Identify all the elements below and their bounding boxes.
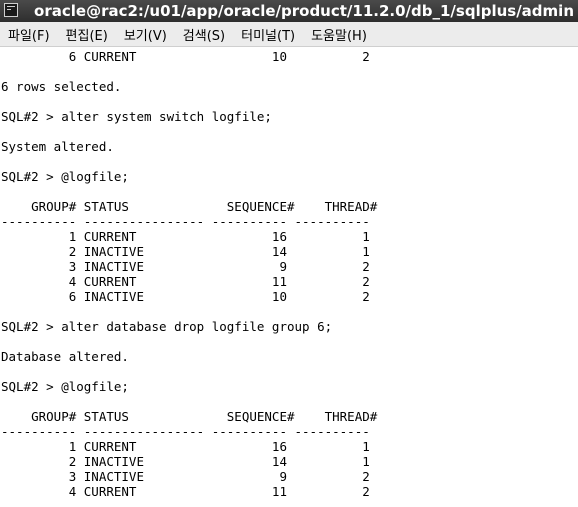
terminal-line: 1 CURRENT 16 1 bbox=[1, 439, 370, 454]
terminal-line: 6 rows selected. bbox=[1, 79, 122, 94]
terminal-window: oracle@rac2:/u01/app/oracle/product/11.2… bbox=[0, 0, 578, 507]
terminal-line: 1 CURRENT 16 1 bbox=[1, 229, 370, 244]
menu-edit[interactable]: 편집(E) bbox=[58, 25, 116, 44]
terminal-output[interactable]: 6 CURRENT 10 2 6 rows selected. SQL#2 > al… bbox=[0, 47, 578, 507]
terminal-line: 6 CURRENT 10 2 bbox=[1, 49, 370, 64]
terminal-line: GROUP# STATUS SEQUENCE# THREAD# bbox=[1, 409, 378, 424]
terminal-icon[interactable] bbox=[4, 3, 18, 17]
terminal-line: 3 INACTIVE 9 2 bbox=[1, 469, 370, 484]
terminal-line: Database altered. bbox=[1, 349, 129, 364]
terminal-line: GROUP# STATUS SEQUENCE# THREAD# bbox=[1, 199, 378, 214]
terminal-line: System altered. bbox=[1, 139, 114, 154]
menu-bar: 파일(F) 편집(E) 보기(V) 검색(S) 터미널(T) 도움말(H) bbox=[0, 22, 578, 47]
terminal-line: 3 INACTIVE 9 2 bbox=[1, 259, 370, 274]
terminal-line: ---------- ---------------- ---------- -… bbox=[1, 214, 370, 229]
terminal-line: 2 INACTIVE 14 1 bbox=[1, 454, 370, 469]
menu-search[interactable]: 검색(S) bbox=[175, 25, 233, 44]
terminal-line: 6 INACTIVE 10 2 bbox=[1, 289, 370, 304]
terminal-line: 4 CURRENT 11 2 bbox=[1, 484, 370, 499]
terminal-line: ---------- ---------------- ---------- -… bbox=[1, 424, 370, 439]
terminal-line: SQL#2 > @logfile; bbox=[1, 169, 129, 184]
terminal-line: SQL#2 > alter system switch logfile; bbox=[1, 109, 272, 124]
terminal-line: SQL#2 > alter database drop logfile grou… bbox=[1, 319, 333, 334]
terminal-line: 4 CURRENT 11 2 bbox=[1, 274, 370, 289]
menu-terminal[interactable]: 터미널(T) bbox=[233, 25, 303, 44]
menu-view[interactable]: 보기(V) bbox=[116, 25, 175, 44]
title-bar[interactable]: oracle@rac2:/u01/app/oracle/product/11.2… bbox=[0, 0, 578, 22]
menu-file[interactable]: 파일(F) bbox=[0, 25, 58, 44]
menu-help[interactable]: 도움말(H) bbox=[303, 25, 375, 44]
terminal-line: SQL#2 > @logfile; bbox=[1, 379, 129, 394]
terminal-line: 2 INACTIVE 14 1 bbox=[1, 244, 370, 259]
window-title: oracle@rac2:/u01/app/oracle/product/11.2… bbox=[34, 2, 574, 20]
